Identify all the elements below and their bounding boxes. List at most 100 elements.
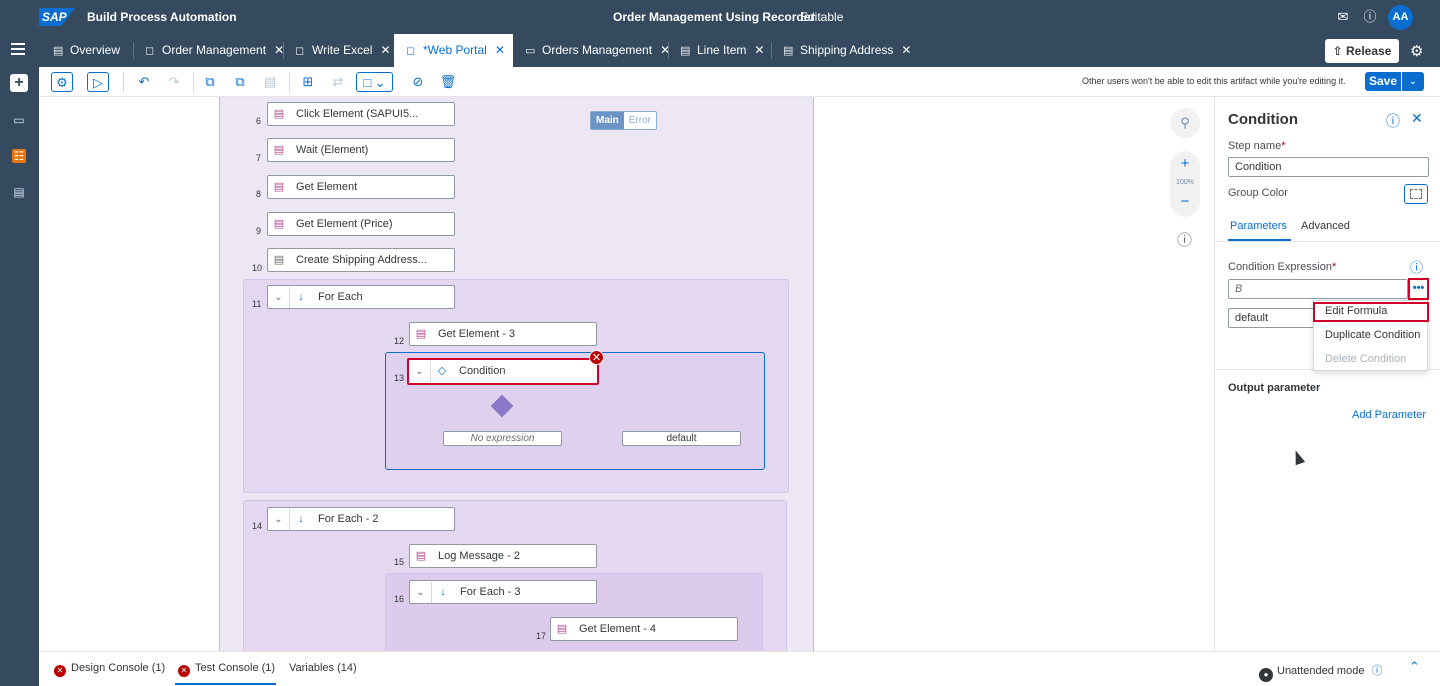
step-get-element-price[interactable]: ▤ Get Element (Price) [267, 212, 455, 236]
avatar[interactable]: AA [1388, 5, 1413, 30]
step-log-message-2[interactable]: ▤ Log Message - 2 [409, 544, 597, 568]
condition-expression-input[interactable]: B [1228, 279, 1408, 299]
add-parameter-link[interactable]: Add Parameter [1352, 409, 1426, 421]
editor-toolbar: ⚙ ▷ ↶ ↷ ⧉ ⧉ ▤ ⊞ ⇄ □ ⌄ ⊘ 🗑 Other users wo… [39, 67, 1440, 97]
robot-icon: ● [1259, 668, 1273, 682]
group-select-icon[interactable]: □ ⌄ [356, 72, 393, 92]
zoom-out-icon[interactable]: − [1170, 193, 1200, 210]
variables-tab[interactable]: Variables (14) [289, 662, 357, 674]
step-create-shipping-address[interactable]: ▤ Create Shipping Address... [267, 248, 455, 272]
workflow-canvas[interactable]: Main Error 6 ▤ Click Element (SAPUI5... 7 … [39, 97, 1214, 651]
move-icon[interactable]: ⇄ [327, 72, 349, 92]
branch-no-expression[interactable]: No expression [443, 431, 562, 446]
zoom-level: 100% [1176, 179, 1194, 186]
default-branch-input[interactable]: default [1228, 308, 1316, 328]
sap-logo[interactable]: SAP [39, 8, 75, 26]
step-name-input[interactable]: Condition [1228, 157, 1429, 177]
list-icon[interactable]: ▤ [12, 185, 26, 199]
tab-shipping-address[interactable]: ▤ Shipping Address ✕ [771, 34, 911, 67]
close-icon[interactable]: ✕ [1411, 110, 1423, 127]
release-button[interactable]: ⇧ Release [1325, 39, 1399, 63]
run-icon[interactable]: ▷ [87, 72, 109, 92]
zoom-control: + 100% − [1170, 151, 1200, 217]
tab-order-management[interactable]: ◻ Order Management ✕ [133, 34, 284, 67]
tab-line-item[interactable]: ▤ Line Item ✕ [668, 34, 772, 67]
step-wait-element[interactable]: ▤ Wait (Element) [267, 138, 455, 162]
segment-main[interactable]: Main [591, 112, 624, 129]
save-options-button[interactable]: ⌄ [1402, 72, 1424, 91]
zoom-in-icon[interactable]: + [1170, 155, 1200, 172]
create-icon[interactable]: + [10, 74, 28, 92]
step-get-element-3[interactable]: ▤ Get Element - 3 [409, 322, 597, 346]
step-get-element[interactable]: ▤ Get Element [267, 175, 455, 199]
more-options-button[interactable]: ••• [1408, 278, 1429, 300]
hide-icon[interactable]: ⊘ [407, 72, 429, 92]
close-icon[interactable]: ✕ [754, 43, 764, 57]
segment-error[interactable]: Error [624, 112, 656, 129]
clipboard-icon: ▤ [415, 328, 427, 340]
close-icon[interactable]: ✕ [380, 43, 390, 57]
step-condition[interactable]: ⌄ ◇ Condition [407, 358, 599, 385]
tab-bar: ▤ Overview ◻ Order Management ✕ ◻ Write Exce… [0, 34, 1440, 67]
gear-icon[interactable]: ⚙ [1410, 42, 1423, 60]
loop-icon: ↓ [440, 586, 446, 598]
add-step-icon[interactable]: ⊞ [297, 72, 319, 92]
chevron-down-icon[interactable]: ⌄ [409, 361, 431, 383]
tab-parameters[interactable]: Parameters [1230, 220, 1287, 232]
tab-write-excel[interactable]: ◻ Write Excel ✕ [283, 34, 394, 67]
info-icon[interactable]: ⓘ [1386, 111, 1400, 131]
step-number: 9 [256, 226, 262, 236]
redo-icon[interactable]: ↷ [163, 72, 185, 92]
group-color-button[interactable] [1404, 184, 1428, 204]
paste-icon[interactable]: ▤ [259, 72, 281, 92]
condition-menu: Edit Formula Duplicate Condition Delete … [1313, 300, 1429, 371]
chevron-up-icon[interactable]: ⌃ [1409, 659, 1420, 675]
step-click-element[interactable]: ▤ Click Element (SAPUI5... [267, 102, 455, 126]
tab-overview[interactable]: ▤ Overview [43, 34, 134, 67]
copy-icon[interactable]: ⧉ [199, 72, 221, 92]
monitor-icon[interactable]: ▭ [12, 113, 26, 127]
search-icon[interactable]: ⚲ [1170, 108, 1200, 138]
step-number: 17 [536, 631, 547, 641]
design-console-tab[interactable]: ✕ Design Console (1) [54, 662, 165, 677]
close-icon[interactable]: ✕ [901, 43, 911, 57]
branch-default[interactable]: default [622, 431, 741, 446]
document-icon: ▤ [53, 45, 64, 57]
step-number: 14 [252, 521, 263, 531]
chevron-down-icon[interactable]: ⌄ [410, 582, 432, 603]
screen-icon: ▭ [525, 45, 536, 57]
step-for-each[interactable]: ⌄ ↓ For Each [267, 285, 455, 309]
info-icon[interactable]: ⓘ [1410, 257, 1423, 276]
menu-icon[interactable] [11, 43, 25, 57]
loop-icon: ↓ [298, 291, 304, 303]
help-icon[interactable]: ⓘ [1362, 9, 1378, 25]
flow-segment[interactable]: Main Error [590, 111, 658, 130]
debug-icon[interactable]: ⚙ [51, 72, 73, 92]
menu-duplicate-condition[interactable]: Duplicate Condition [1325, 329, 1420, 341]
undo-icon[interactable]: ↶ [133, 72, 155, 92]
unattended-mode[interactable]: ● Unattended mode ⓘ [1259, 662, 1383, 682]
tab-web-portal[interactable]: ◻ *Web Portal ✕ [394, 34, 513, 67]
duplicate-icon[interactable]: ⧉ [229, 72, 251, 92]
info-icon[interactable]: ⓘ [1372, 665, 1383, 677]
step-for-each-2[interactable]: ⌄ ↓ For Each - 2 [267, 507, 455, 531]
save-button[interactable]: Save [1365, 72, 1401, 91]
side-navigation: + ▭ ☷ ▤ [0, 67, 39, 686]
step-for-each-3[interactable]: ⌄ ↓ For Each - 3 [409, 580, 597, 604]
test-console-tab[interactable]: ✕ Test Console (1) [178, 662, 275, 677]
step-number: 8 [256, 189, 262, 199]
tab-orders-management[interactable]: ▭ Orders Management ✕ [513, 34, 670, 67]
step-number: 15 [394, 557, 405, 567]
tab-advanced[interactable]: Advanced [1301, 220, 1350, 232]
menu-edit-formula[interactable]: Edit Formula [1325, 305, 1387, 317]
chevron-down-icon[interactable]: ⌄ [268, 509, 290, 530]
step-get-element-4[interactable]: ▤ Get Element - 4 [550, 617, 738, 641]
error-icon[interactable]: ✕ [589, 350, 604, 365]
output-parameter-label: Output parameter [1228, 382, 1321, 394]
delete-icon[interactable]: 🗑 [437, 72, 459, 92]
info-icon[interactable]: ⓘ [1177, 229, 1192, 250]
lobby-icon[interactable]: ☷ [12, 149, 26, 163]
feedback-icon[interactable]: ✉ [1335, 9, 1351, 25]
close-icon[interactable]: ✕ [495, 43, 505, 57]
chevron-down-icon[interactable]: ⌄ [268, 287, 290, 308]
